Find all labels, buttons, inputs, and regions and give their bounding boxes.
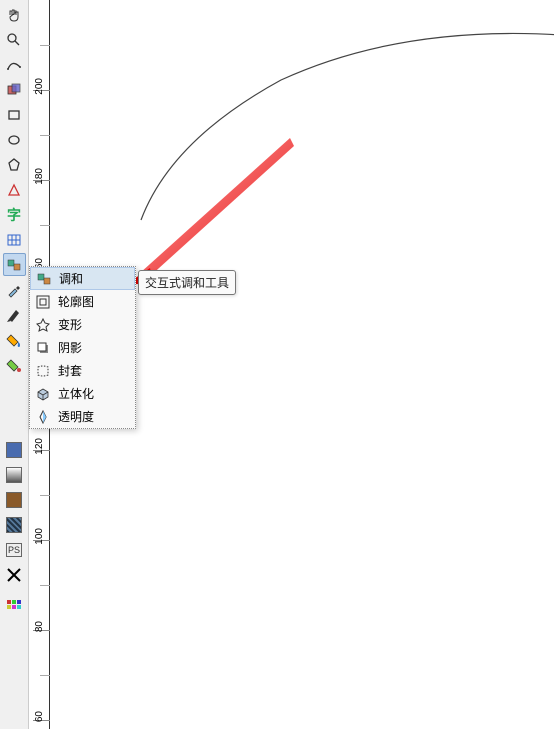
outline-tool[interactable] xyxy=(3,303,26,326)
polygon-tool[interactable] xyxy=(3,153,26,176)
tooltip: 交互式调和工具 xyxy=(138,270,236,295)
basic-shapes-tool[interactable] xyxy=(3,178,26,201)
ellipse-tool[interactable] xyxy=(3,128,26,151)
interactive-tools-flyout: 调和 轮廓图 变形 阴影 封套 立体化 透明度 xyxy=(29,266,136,429)
menu-item-label: 透明度 xyxy=(58,408,94,425)
rectangle-tool[interactable] xyxy=(3,103,26,126)
fill-tool[interactable] xyxy=(3,328,26,351)
color-dialog[interactable] xyxy=(3,592,26,615)
swatch-blue[interactable] xyxy=(3,438,26,461)
zoom-tool[interactable] xyxy=(3,28,26,51)
menu-item-extrude[interactable]: 立体化 xyxy=(30,382,135,405)
table-tool[interactable] xyxy=(3,228,26,251)
ruler-tick: 100 xyxy=(34,528,45,545)
menu-item-envelope[interactable]: 封套 xyxy=(30,359,135,382)
no-fill[interactable] xyxy=(3,563,26,586)
ruler-tick: 60 xyxy=(34,711,45,722)
ruler-tick: 180 xyxy=(34,168,45,185)
shadow-icon xyxy=(34,339,52,357)
menu-item-label: 轮廓图 xyxy=(58,293,94,310)
swatch-pattern[interactable] xyxy=(3,513,26,536)
eyedropper-tool[interactable] xyxy=(3,278,26,301)
drawn-curve xyxy=(51,0,554,300)
menu-item-shadow[interactable]: 阴影 xyxy=(30,336,135,359)
menu-item-label: 封套 xyxy=(58,362,82,379)
distort-icon xyxy=(34,316,52,334)
contour-icon xyxy=(34,293,52,311)
menu-item-label: 变形 xyxy=(58,316,82,333)
menu-item-label: 立体化 xyxy=(58,385,94,402)
ruler-tick: 80 xyxy=(34,621,45,632)
swatch-ps[interactable]: PS xyxy=(3,538,26,561)
swatch-grayfade[interactable] xyxy=(3,463,26,486)
smart-fill-tool[interactable] xyxy=(3,78,26,101)
interactive-fill-tool[interactable] xyxy=(3,353,26,376)
freehand-tool[interactable] xyxy=(3,53,26,76)
interactive-tool[interactable] xyxy=(3,253,26,276)
transparency-icon xyxy=(34,408,52,426)
swatch-brown[interactable] xyxy=(3,488,26,511)
menu-item-label: 阴影 xyxy=(58,339,82,356)
menu-item-transparency[interactable]: 透明度 xyxy=(30,405,135,428)
toolbox: 字 PS xyxy=(0,0,29,729)
menu-item-blend[interactable]: 调和 xyxy=(30,267,135,290)
text-tool[interactable]: 字 xyxy=(3,203,26,226)
menu-item-label: 调和 xyxy=(59,270,83,287)
envelope-icon xyxy=(34,362,52,380)
hand-tool[interactable] xyxy=(3,3,26,26)
blend-icon xyxy=(35,270,53,288)
ruler-tick: 200 xyxy=(34,78,45,95)
ruler-tick: 120 xyxy=(34,438,45,455)
extrude-icon xyxy=(34,385,52,403)
menu-item-contour[interactable]: 轮廓图 xyxy=(30,290,135,313)
menu-item-distort[interactable]: 变形 xyxy=(30,313,135,336)
